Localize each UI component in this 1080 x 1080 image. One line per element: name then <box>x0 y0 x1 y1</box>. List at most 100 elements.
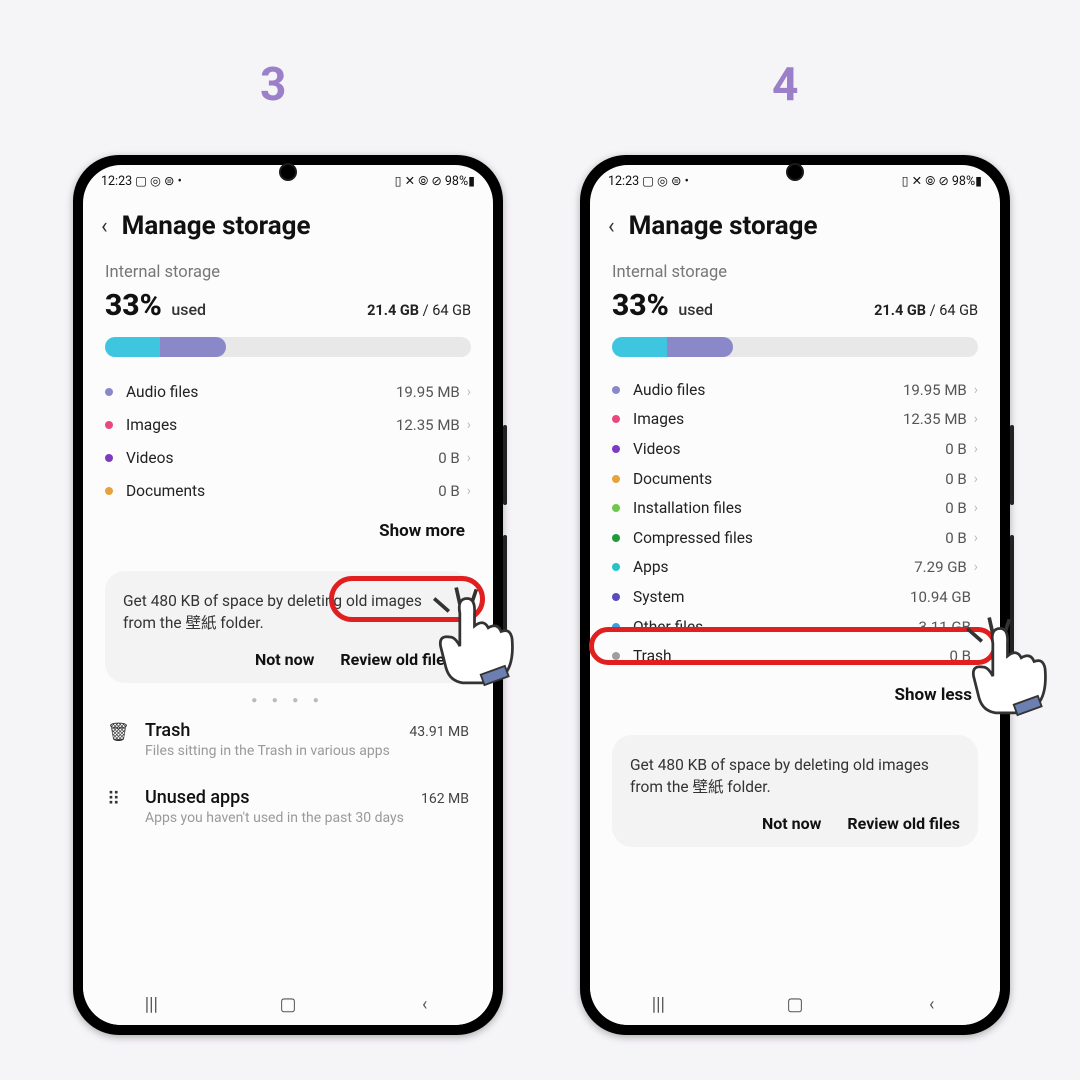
category-size: 0 B <box>945 440 967 458</box>
tip-text: Get 480 KB of space by deleting old imag… <box>123 591 453 634</box>
category-size: 7.29 GB <box>914 558 967 576</box>
category-size: 0 B <box>945 529 967 547</box>
category-label: Images <box>126 416 396 434</box>
category-label: Documents <box>633 470 945 488</box>
nav-back-icon[interactable]: ‹ <box>415 994 435 1015</box>
category-label: Installation files <box>633 499 945 517</box>
storage-subtitle: Internal storage <box>612 263 978 282</box>
chevron-right-icon: › <box>467 417 471 433</box>
chevron-right-icon: › <box>974 411 978 427</box>
nav-recents-icon[interactable]: ||| <box>141 994 161 1015</box>
category-row-audio[interactable]: Audio files19.95 MB› <box>612 375 978 405</box>
category-label: Documents <box>126 482 438 500</box>
unused-sub: Apps you haven't used in the past 30 day… <box>145 810 469 826</box>
chevron-right-icon: › <box>974 530 978 546</box>
page-title: Manage storage <box>629 211 818 241</box>
show-more-button[interactable]: Show more <box>105 507 471 549</box>
nav-back-icon[interactable]: ‹ <box>922 994 942 1015</box>
category-label: Apps <box>633 558 914 576</box>
color-dot <box>612 623 620 631</box>
category-row-system[interactable]: System10.94 GB <box>612 582 978 612</box>
trash-title: Trash <box>145 720 190 741</box>
color-dot <box>612 475 620 483</box>
camera-cutout <box>279 163 297 181</box>
category-row-documents[interactable]: Documents0 B › <box>105 474 471 507</box>
back-icon[interactable]: ‹ <box>608 214 615 239</box>
capacity: 21.4 GB / 64 GB <box>367 302 471 319</box>
chevron-right-icon: › <box>467 384 471 400</box>
not-now-button[interactable]: Not now <box>762 814 821 833</box>
category-label: System <box>633 588 910 606</box>
category-row-images[interactable]: Images12.35 MB› <box>612 405 978 435</box>
status-time: 12:23 <box>101 174 132 189</box>
color-dot <box>105 421 113 429</box>
category-row-videos[interactable]: Videos0 B› <box>105 441 471 474</box>
chevron-right-icon: › <box>974 500 978 516</box>
review-button[interactable]: Review old files <box>847 814 960 833</box>
category-label: Other files <box>633 618 918 636</box>
category-label: Compressed files <box>633 529 945 547</box>
page-title: Manage storage <box>122 211 311 241</box>
storage-bar <box>612 337 978 357</box>
not-now-button[interactable]: Not now <box>255 650 314 669</box>
unused-title: Unused apps <box>145 787 250 808</box>
tip-text: Get 480 KB of space by deleting old imag… <box>630 755 960 798</box>
chevron-right-icon: › <box>467 483 471 499</box>
color-dot <box>612 386 620 394</box>
category-row-trash[interactable]: Trash0 B <box>612 641 978 671</box>
storage-subtitle: Internal storage <box>105 263 471 282</box>
color-dot <box>612 445 620 453</box>
status-left-icons: ▢ ◎ ⊜ • <box>642 173 689 189</box>
category-size: 0 B <box>945 470 967 488</box>
category-label: Videos <box>126 449 438 467</box>
page-dots: ● ● ● ● <box>105 695 471 706</box>
category-row-audio[interactable]: Audio files19.95 MB › <box>105 375 471 408</box>
category-size: 0 B <box>950 647 972 665</box>
nav-recents-icon[interactable]: ||| <box>648 994 668 1015</box>
color-dot <box>105 487 113 495</box>
unused-apps-item[interactable]: ⠿ Unused apps162 MB Apps you haven't use… <box>105 773 471 840</box>
nav-home-icon[interactable]: ▢ <box>278 994 298 1015</box>
color-dot <box>612 534 620 542</box>
status-left-icons: ▢ ◎ ⊜ • <box>135 173 182 189</box>
trash-size: 43.91 MB <box>409 724 469 740</box>
category-row-images[interactable]: Images12.35 MB › <box>105 408 471 441</box>
category-size: 12.35 MB <box>903 410 967 428</box>
category-size: 12.35 MB <box>396 416 460 434</box>
category-row-apps[interactable]: Apps7.29 GB› <box>612 553 978 583</box>
storage-bar <box>105 337 471 357</box>
category-row-documents[interactable]: Documents0 B› <box>612 464 978 494</box>
category-row-other[interactable]: Other files3.11 GB <box>612 612 978 642</box>
camera-cutout <box>786 163 804 181</box>
step-number-4: 4 <box>772 58 798 112</box>
category-label: Trash <box>633 647 950 665</box>
trash-icon: 🗑 <box>107 720 129 743</box>
category-size: 0 B <box>438 482 460 500</box>
phone-mockup-2: 12:23▢ ◎ ⊜ • ▯ ✕ ⦾ ⊘ 98%▮ ‹ Manage stora… <box>580 155 1010 1035</box>
category-row-videos[interactable]: Videos0 B› <box>612 434 978 464</box>
capacity: 21.4 GB / 64 GB <box>874 302 978 319</box>
back-icon[interactable]: ‹ <box>101 214 108 239</box>
review-button[interactable]: Review old files <box>340 650 453 669</box>
category-label: Audio files <box>126 383 396 401</box>
category-label: Audio files <box>633 381 903 399</box>
percent-used: 33% used <box>105 288 206 323</box>
color-dot <box>612 563 620 571</box>
nav-home-icon[interactable]: ▢ <box>785 994 805 1015</box>
color-dot <box>612 593 620 601</box>
color-dot <box>612 652 620 660</box>
category-size: 19.95 MB <box>396 383 460 401</box>
category-size: 0 B <box>438 449 460 467</box>
chevron-right-icon: › <box>974 441 978 457</box>
tip-card: Get 480 KB of space by deleting old imag… <box>105 571 471 683</box>
status-right-icons: ▯ ✕ ⦾ ⊘ 98%▮ <box>902 173 982 189</box>
category-row-install[interactable]: Installation files0 B› <box>612 493 978 523</box>
show-less-button[interactable]: Show less <box>612 671 978 713</box>
color-dot <box>612 415 620 423</box>
category-size: 10.94 GB <box>910 588 971 606</box>
trash-item[interactable]: 🗑 Trash43.91 MB Files sitting in the Tra… <box>105 706 471 773</box>
category-row-compressed[interactable]: Compressed files0 B › <box>612 523 978 553</box>
category-size: 19.95 MB <box>903 381 967 399</box>
category-list-short: Audio files19.95 MB › Images12.35 MB › Video… <box>105 375 471 507</box>
category-list-full: Audio files19.95 MB›Images12.35 MB›Video… <box>612 375 978 671</box>
